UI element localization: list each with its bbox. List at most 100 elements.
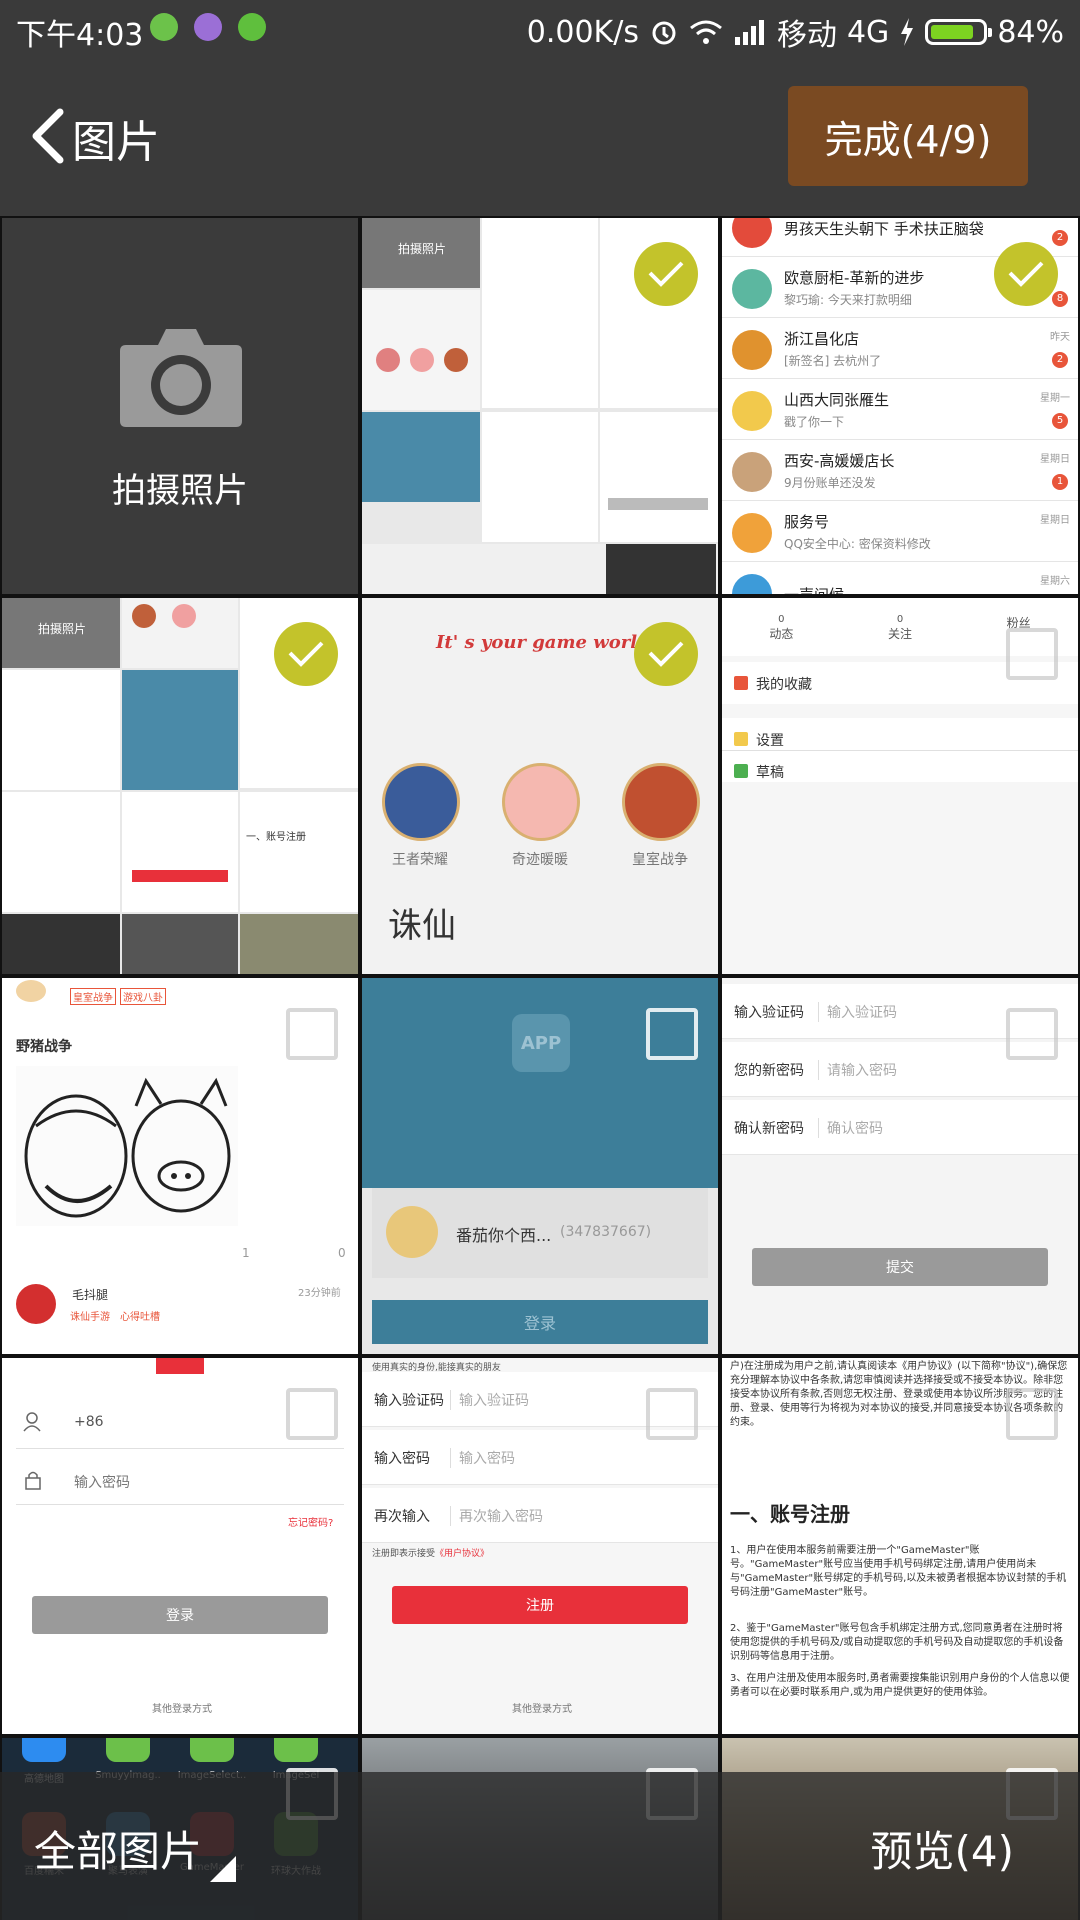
game-icon — [502, 763, 580, 841]
android-notification-icon — [238, 13, 266, 41]
post-title: 野猪战争 — [16, 1039, 72, 1055]
like-count: 1 — [242, 1246, 250, 1260]
message-preview: [新签名] 去杭州了 — [784, 354, 882, 368]
dropdown-triangle-icon — [210, 1856, 236, 1882]
select-checkbox[interactable] — [286, 1008, 338, 1060]
forgot-password: 忘记密码? — [288, 1518, 334, 1529]
message-preview: 黎巧瑜: 今天来打款明细 — [784, 293, 912, 307]
submit-button: 提交 — [752, 1248, 1048, 1286]
menu-item-drafts: 草稿 — [756, 765, 784, 781]
message-avatar — [732, 391, 772, 431]
photo-thumbnail[interactable]: APP 番茄你个西... (347837667) 登录 — [362, 978, 718, 1354]
photo-thumbnail[interactable]: 男孩天生头朝下 手术扶正脑袋 2 欧意厨柜-革新的进步 黎巧瑜: 今天来打款明细 8 浙江… — [722, 218, 1078, 594]
field-label: 输入密码 — [374, 1451, 430, 1467]
other-login: 其他登录方式 — [152, 1704, 212, 1715]
title-bar: 图片 完成(4/9) — [0, 56, 1080, 216]
check-icon — [648, 261, 684, 287]
message-name: 山西大同张雁生 — [784, 391, 890, 409]
signal-icon — [734, 20, 764, 45]
message-row: 西安-高媛媛店长 9月份账单还没发 星期日 1 — [722, 440, 1078, 501]
photo-thumbnail[interactable]: 输入验证码 输入验证码 您的新密码 请输入密码 确认新密码 确认密码 提交 — [722, 978, 1078, 1354]
done-button[interactable]: 完成(4/9) — [788, 86, 1028, 186]
unread-badge: 2 — [1052, 230, 1068, 246]
message-row: 山西大同张雁生戳了你一下 星期一 5 — [722, 379, 1078, 440]
app-icon — [22, 1738, 66, 1762]
select-checkbox[interactable] — [1006, 1388, 1058, 1440]
camera-icon — [120, 329, 242, 427]
message-name: 服务号 — [784, 513, 830, 531]
message-preview: 戳了你一下 — [784, 415, 845, 429]
message-time: 星期日 — [1040, 454, 1070, 465]
selected-checkmark[interactable] — [994, 242, 1058, 306]
preview-button[interactable]: 预览(4) — [871, 1818, 1015, 1879]
form-row: 确认新密码 确认密码 — [722, 1100, 1078, 1155]
message-avatar — [732, 330, 772, 370]
menu-item-settings: 设置 — [756, 733, 784, 749]
phone-prefix: +86 — [74, 1414, 104, 1430]
app-logo: APP — [512, 1014, 570, 1072]
carrier-name: 移动 — [776, 18, 837, 53]
stat-label: 动态 — [769, 627, 794, 641]
album-selector[interactable]: 全部图片 — [34, 1818, 202, 1879]
message-avatar — [732, 269, 772, 309]
stat-label: 关注 — [888, 627, 913, 641]
photo-thumbnail[interactable]: 皇室战争 游戏八卦 野猪战争 1 0 毛抖腿 23分钟前 诛仙手游 心得吐槽 — [2, 978, 358, 1354]
photo-thumbnail[interactable]: It' s your game world 王者荣耀 奇迹暖暖 皇室战争 诛仙 — [362, 598, 718, 974]
select-checkbox[interactable] — [1006, 628, 1058, 680]
menu-item-favorites: 我的收藏 — [756, 677, 812, 693]
game-label: 奇迹暖暖 — [512, 852, 568, 868]
game-icon — [382, 763, 460, 841]
login-button: 登录 — [372, 1300, 708, 1344]
register-button: 注册 — [392, 1586, 688, 1624]
agreement-prefix: 注册即表示接受 — [372, 1549, 436, 1559]
lock-icon — [25, 1471, 41, 1490]
select-checkbox[interactable] — [646, 1008, 698, 1060]
message-name: 欧意厨柜-革新的进步 — [784, 269, 925, 287]
photo-thumbnail[interactable]: 拍摄照片 一、账号注册 — [2, 598, 358, 974]
battery-saver-icon — [150, 13, 178, 41]
selected-checkmark[interactable] — [634, 242, 698, 306]
field-placeholder: 输入密码 — [450, 1448, 515, 1468]
select-checkbox[interactable] — [646, 1388, 698, 1440]
photo-thumbnail[interactable]: 0 动态 0 关注 粉丝 我的收藏 设置 草稿 — [722, 598, 1078, 974]
photo-thumbnail[interactable]: 拍摄照片 — [362, 218, 718, 594]
page-title: 图片 — [72, 117, 160, 168]
select-checkbox[interactable] — [286, 1388, 338, 1440]
account-qq: (347837667) — [560, 1224, 652, 1240]
take-photo-label: 拍摄照片 — [112, 471, 248, 511]
selected-checkmark[interactable] — [274, 622, 338, 686]
app-icon — [274, 1738, 318, 1762]
select-checkbox[interactable] — [1006, 1008, 1058, 1060]
app-icon — [190, 1738, 234, 1762]
charging-icon — [901, 18, 914, 46]
message-preview: 9月份账单还没发 — [784, 476, 876, 490]
back-arrow-icon[interactable] — [24, 106, 74, 166]
photo-thumbnail[interactable]: 户)在注册成为用户之前,请认真阅读本《用户协议》(以下简称"协议"),确保您充分… — [722, 1358, 1078, 1734]
agreement-paragraph: 3、在用户注册及使用本服务时,勇者需要搜集能识别用户身份的个人信息以便勇者可以在… — [730, 1673, 1070, 1698]
game-label: 皇室战争 — [632, 852, 688, 868]
message-avatar — [732, 452, 772, 492]
field-placeholder: 输入验证码 — [818, 1002, 897, 1022]
selected-checkmark[interactable] — [634, 622, 698, 686]
message-name: 男孩天生头朝下 手术扶正脑袋 — [784, 220, 984, 238]
photo-thumbnail[interactable]: 使用真实的身份,能接真实的朋友 输入验证码 输入验证码 输入密码 输入密码 再次输入 再次输… — [362, 1358, 718, 1734]
app-icon — [106, 1738, 150, 1762]
message-avatar — [732, 513, 772, 553]
post-tag: 诛仙手游 — [70, 1312, 110, 1323]
unread-badge: 5 — [1052, 413, 1068, 429]
message-time: 星期六 — [1040, 576, 1070, 587]
message-time: 星期日 — [1040, 515, 1070, 526]
game-label: 王者荣耀 — [392, 852, 448, 868]
field-placeholder: 再次输入密码 — [450, 1506, 543, 1526]
agreement-text: 注册即表示接受《用户协议》 — [372, 1546, 489, 1559]
profile-stat: 0 动态 — [722, 614, 841, 642]
check-icon — [648, 641, 684, 667]
status-time: 下午4:03 — [16, 18, 144, 53]
thumbnail-caption: 拍摄照片 — [38, 622, 87, 636]
take-photo-tile[interactable]: 拍摄照片 — [2, 218, 358, 594]
photo-thumbnail[interactable]: +86 输入密码 忘记密码? 登录 其他登录方式 — [2, 1358, 358, 1734]
agreement-paragraph: 2、鉴于"GameMaster"账号包含手机绑定注册方式,您同意勇者在注册时将使… — [730, 1623, 1064, 1662]
battery-icon — [925, 19, 993, 45]
message-row: 服务号 QQ安全中心: 密保资料修改 星期日 — [722, 501, 1078, 562]
message-time: 星期一 — [1040, 393, 1070, 404]
